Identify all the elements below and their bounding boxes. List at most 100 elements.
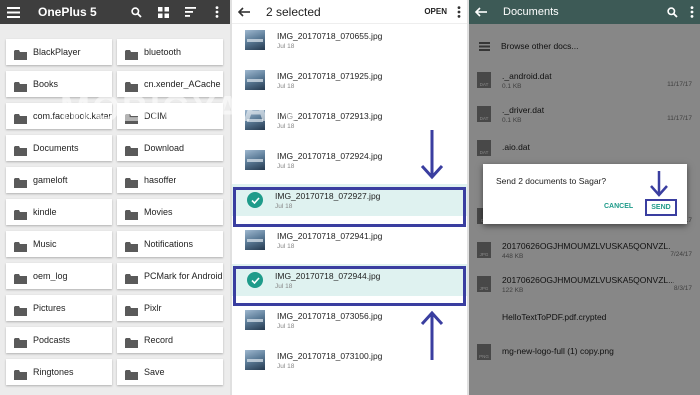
watermark: MOBIGYAAN bbox=[60, 88, 299, 129]
highlight-box bbox=[233, 187, 466, 227]
folder-item[interactable]: BlackPlayer bbox=[6, 39, 112, 65]
folder-label: Ringtones bbox=[33, 367, 74, 377]
folder-item[interactable]: Notifications bbox=[117, 231, 223, 257]
folder-label: Record bbox=[144, 335, 174, 345]
folder-item[interactable]: gameloft bbox=[6, 167, 112, 193]
more-vert-icon[interactable] bbox=[457, 5, 461, 18]
folder-icon bbox=[125, 367, 138, 380]
folder-item[interactable]: bluetooth bbox=[117, 39, 223, 65]
folder-icon bbox=[125, 335, 138, 348]
search-icon[interactable] bbox=[667, 6, 678, 18]
folder-label: BlackPlayer bbox=[33, 47, 81, 57]
folder-label: PCMark for Android bbox=[144, 271, 223, 281]
file-manager-app-bar: OnePlus 5 bbox=[0, 0, 230, 24]
image-thumbnail bbox=[245, 230, 265, 250]
folder-icon bbox=[14, 47, 27, 60]
more-vert-icon[interactable] bbox=[690, 6, 694, 18]
up-arrow-annotation bbox=[420, 310, 444, 360]
folder-icon bbox=[125, 47, 138, 60]
image-thumbnail bbox=[245, 70, 265, 90]
folder-item[interactable]: Podcasts bbox=[6, 327, 112, 353]
file-name: IMG_20170718_070655.jpg bbox=[277, 30, 383, 41]
file-name: IMG_20170718_072941.jpg bbox=[277, 230, 383, 241]
image-thumbnail bbox=[245, 310, 265, 330]
file-name: IMG_20170718_072924.jpg bbox=[277, 150, 383, 161]
folder-item[interactable]: Record bbox=[117, 327, 223, 353]
folder-label: Books bbox=[33, 79, 59, 89]
folder-icon bbox=[125, 143, 138, 156]
cancel-button[interactable]: CANCEL bbox=[604, 203, 633, 210]
folder-icon bbox=[14, 239, 27, 252]
image-thumbnail bbox=[245, 30, 265, 50]
more-vert-icon[interactable] bbox=[210, 5, 224, 19]
file-date: Jul 18 bbox=[277, 162, 295, 170]
back-arrow-icon[interactable] bbox=[238, 5, 252, 19]
folder-icon bbox=[125, 175, 138, 188]
folder-icon bbox=[14, 111, 27, 124]
selection-count: 2 selected bbox=[266, 4, 321, 19]
folder-icon bbox=[14, 271, 27, 284]
folder-label: Pixlr bbox=[144, 303, 162, 313]
open-button[interactable]: OPEN bbox=[424, 7, 447, 16]
documents-panel: Documents Browse other docs... DAT ._andr… bbox=[469, 0, 700, 395]
folder-icon bbox=[14, 335, 27, 348]
documents-title: Documents bbox=[503, 6, 559, 18]
folder-icon bbox=[125, 303, 138, 316]
file-date: Jul 18 bbox=[277, 362, 295, 370]
folder-item[interactable]: Pixlr bbox=[117, 295, 223, 321]
file-date: Jul 18 bbox=[277, 242, 295, 250]
folder-label: gameloft bbox=[33, 175, 68, 185]
grid-view-icon[interactable] bbox=[156, 5, 170, 19]
back-arrow-icon[interactable] bbox=[475, 5, 489, 19]
folder-label: Podcasts bbox=[33, 335, 71, 345]
file-picker-panel: 2 selected OPEN IMG_20170718_070655.jpg J… bbox=[232, 0, 467, 395]
file-date: Jul 18 bbox=[277, 42, 295, 50]
folder-icon bbox=[14, 175, 27, 188]
picker-app-bar: 2 selected OPEN bbox=[232, 0, 467, 24]
search-icon[interactable] bbox=[129, 5, 143, 19]
folder-item[interactable]: Download bbox=[117, 135, 223, 161]
folder-label: Notifications bbox=[144, 239, 194, 249]
device-title: OnePlus 5 bbox=[38, 5, 97, 19]
folder-label: Music bbox=[33, 239, 57, 249]
file-row[interactable]: IMG_20170718_070655.jpg Jul 18 bbox=[232, 24, 467, 56]
highlight-box bbox=[233, 266, 466, 306]
folder-icon bbox=[125, 271, 138, 284]
send-button[interactable]: SEND bbox=[645, 199, 677, 216]
file-name: IMG_20170718_073056.jpg bbox=[277, 310, 383, 321]
screenshot-collage: OnePlus 5 BlackPlayer bluetooth Books cn.xe… bbox=[0, 0, 700, 395]
folder-label: hasoffer bbox=[144, 175, 177, 185]
file-row[interactable]: IMG_20170718_072941.jpg Jul 18 bbox=[232, 224, 467, 256]
folder-item[interactable]: Music bbox=[6, 231, 112, 257]
image-thumbnail bbox=[245, 150, 265, 170]
folder-item[interactable]: Documents bbox=[6, 135, 112, 161]
dialog-message: Send 2 documents to Sagar? bbox=[496, 176, 607, 186]
file-date: Jul 18 bbox=[277, 322, 295, 330]
file-manager-panel: OnePlus 5 BlackPlayer bluetooth Books cn.xe… bbox=[0, 0, 230, 395]
folder-item[interactable]: kindle bbox=[6, 199, 112, 225]
folder-item[interactable]: oem_log bbox=[6, 263, 112, 289]
file-name: IMG_20170718_071925.jpg bbox=[277, 70, 383, 81]
folder-label: Save bbox=[144, 367, 165, 377]
documents-app-bar: Documents bbox=[469, 0, 700, 24]
folder-label: Download bbox=[144, 143, 185, 153]
folder-icon bbox=[14, 143, 27, 156]
folder-label: Documents bbox=[33, 143, 79, 153]
folder-icon bbox=[14, 79, 27, 92]
folder-item[interactable]: hasoffer bbox=[117, 167, 223, 193]
folder-item[interactable]: Pictures bbox=[6, 295, 112, 321]
folder-icon bbox=[14, 303, 27, 316]
folder-label: kindle bbox=[33, 207, 57, 217]
down-arrow-annotation bbox=[650, 171, 668, 197]
folder-label: oem_log bbox=[33, 271, 68, 281]
down-arrow-annotation bbox=[420, 130, 444, 180]
folder-label: bluetooth bbox=[144, 47, 182, 57]
image-thumbnail bbox=[245, 350, 265, 370]
folder-item[interactable]: Save bbox=[117, 359, 223, 385]
folder-icon bbox=[14, 207, 27, 220]
folder-item[interactable]: PCMark for Android bbox=[117, 263, 223, 289]
folder-item[interactable]: Movies bbox=[117, 199, 223, 225]
folder-item[interactable]: Ringtones bbox=[6, 359, 112, 385]
sort-icon[interactable] bbox=[183, 5, 197, 19]
menu-icon[interactable] bbox=[6, 5, 20, 19]
